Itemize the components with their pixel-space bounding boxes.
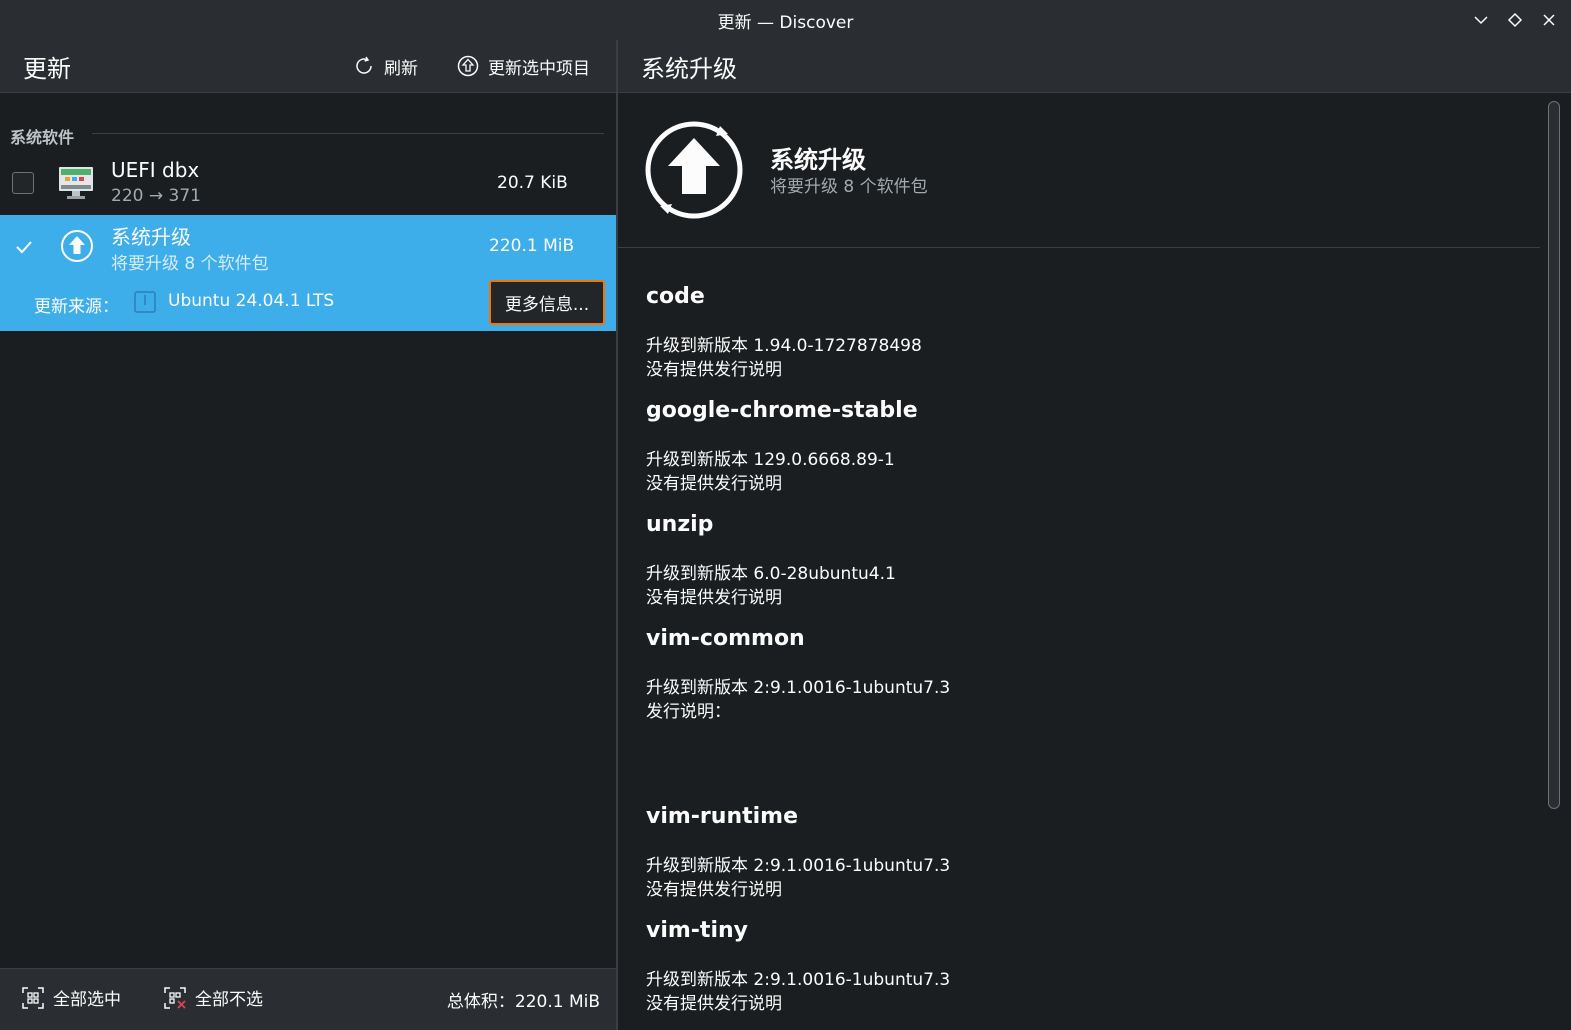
package-version: 升级到新版本 2:9.1.0016-1ubuntu7.3 <box>646 678 951 698</box>
package-version: 升级到新版本 2:9.1.0016-1ubuntu7.3 <box>646 970 951 990</box>
item-checkbox[interactable] <box>12 172 34 194</box>
detail-summary <box>618 94 1540 248</box>
package-name: unzip <box>646 512 714 537</box>
package-entry: vim-runtime 升级到新版本 2:9.1.0016-1ubuntu7.3… <box>646 804 1526 900</box>
page-title: 更新 <box>23 54 71 83</box>
detail-header-title: 系统升级 <box>641 54 737 83</box>
close-button[interactable] <box>1537 8 1561 32</box>
package-name: vim-runtime <box>646 804 799 829</box>
os-icon <box>134 291 156 313</box>
system-upgrade-icon <box>645 121 743 219</box>
detail-header: 系统升级 <box>618 40 1571 93</box>
package-notes: 没有提供发行说明 <box>646 360 782 380</box>
package-notes: 发行说明： <box>646 702 731 722</box>
item-version: 将要升级 8 个软件包 <box>111 254 269 274</box>
detail-title: 系统升级 <box>770 146 866 174</box>
source-label: 更新来源： <box>34 297 119 317</box>
detail-scrollbar[interactable] <box>1548 101 1560 809</box>
item-size: 20.7 KiB <box>497 173 568 193</box>
package-entry: google-chrome-stable 升级到新版本 129.0.6668.8… <box>646 398 1526 494</box>
detail-subtitle: 将要升级 8 个软件包 <box>770 177 928 197</box>
item-name: UEFI dbx <box>111 158 200 182</box>
refresh-label: 刷新 <box>384 58 418 79</box>
package-entry: unzip 升级到新版本 6.0-28ubuntu4.1 没有提供发行说明 <box>646 512 1526 608</box>
package-notes: 没有提供发行说明 <box>646 994 782 1014</box>
close-icon <box>1543 14 1555 26</box>
package-entry: code 升级到新版本 1.94.0-1727878498 没有提供发行说明 <box>646 284 1526 380</box>
total-size: 总体积：220.1 MiB <box>446 992 600 1012</box>
minimize-button[interactable] <box>1469 8 1493 32</box>
checkmark-icon[interactable] <box>14 238 34 256</box>
package-version: 升级到新版本 1.94.0-1727878498 <box>646 336 922 356</box>
package-entry: vim-tiny 升级到新版本 2:9.1.0016-1ubuntu7.3 没有… <box>646 918 1526 1014</box>
item-name: 系统升级 <box>111 225 191 249</box>
window-controls <box>1469 0 1561 40</box>
package-notes: 没有提供发行说明 <box>646 588 782 608</box>
package-notes: 没有提供发行说明 <box>646 474 782 494</box>
select-none-label: 全部不选 <box>195 990 263 1010</box>
source-value: Ubuntu 24.04.1 LTS <box>168 291 335 311</box>
section-header: 系统软件 <box>10 128 75 147</box>
package-name: vim-common <box>646 626 805 651</box>
chevron-down-icon <box>1474 16 1488 25</box>
package-name: vim-tiny <box>646 918 748 943</box>
list-footer: 全部选中 全部不选 总体积：220.1 MiB <box>0 968 616 1030</box>
select-none-icon <box>164 986 186 1009</box>
item-version: 220 → 371 <box>111 186 201 206</box>
window-title: 更新 — Discover <box>717 12 854 33</box>
title-bar: 更新 — Discover <box>0 0 1571 40</box>
more-info-button[interactable]: 更多信息... <box>489 280 605 325</box>
select-all-label: 全部选中 <box>53 990 121 1010</box>
upgrade-icon <box>61 230 93 262</box>
package-entry: vim-common 升级到新版本 2:9.1.0016-1ubuntu7.3 … <box>646 626 1526 722</box>
package-version: 升级到新版本 2:9.1.0016-1ubuntu7.3 <box>646 856 951 876</box>
updates-header: 更新 刷新 更新选中项目 <box>0 40 616 93</box>
select-all-icon <box>22 986 44 1009</box>
select-all-button[interactable]: 全部选中 <box>21 985 121 1010</box>
firmware-icon <box>59 167 93 199</box>
section-divider <box>92 133 604 134</box>
update-selected-button[interactable]: 更新选中项目 <box>456 54 590 79</box>
select-none-button[interactable]: 全部不选 <box>163 985 263 1010</box>
package-name: code <box>646 284 705 309</box>
refresh-button[interactable]: 刷新 <box>352 54 418 79</box>
package-name: google-chrome-stable <box>646 398 918 423</box>
upgrade-icon <box>457 55 479 77</box>
diamond-icon <box>1507 12 1523 28</box>
maximize-button[interactable] <box>1503 8 1527 32</box>
item-size: 220.1 MiB <box>489 236 575 256</box>
package-version: 升级到新版本 129.0.6668.89-1 <box>646 450 895 470</box>
package-notes: 没有提供发行说明 <box>646 880 782 900</box>
refresh-icon <box>356 56 372 74</box>
package-version: 升级到新版本 6.0-28ubuntu4.1 <box>646 564 896 584</box>
update-selected-label: 更新选中项目 <box>488 58 590 79</box>
